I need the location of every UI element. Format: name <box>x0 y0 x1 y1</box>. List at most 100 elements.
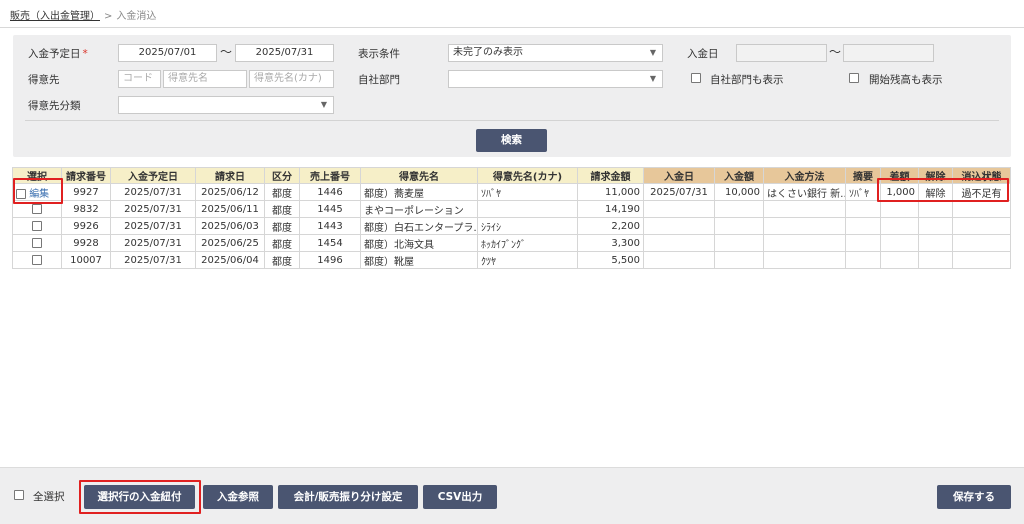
table-header-row: 選択 請求番号 入金予定日 請求日 区分 売上番号 得意先名 得意先名(カナ) … <box>12 167 1011 184</box>
table-row: 9832 2025/07/31 2025/06/11 都度 1445 まやコーポ… <box>12 200 1011 218</box>
status-cell <box>952 217 1011 235</box>
display-condition-select[interactable]: 未完了のみ表示 ▼ <box>448 44 663 62</box>
payment-method-cell <box>763 217 846 235</box>
payment-date-cell: 2025/07/31 <box>643 183 715 201</box>
show-opening-label: 開始残高も表示 <box>869 74 943 86</box>
customer-category-label: 得意先分類 <box>28 100 81 112</box>
memo-cell <box>845 234 881 252</box>
payment-date-from-input[interactable] <box>736 44 827 62</box>
col-header: 請求番号 <box>61 167 111 184</box>
customer-label: 得意先 <box>28 74 60 86</box>
sale-number-link[interactable]: 1443 <box>299 217 361 235</box>
invoice-number-link[interactable]: 9926 <box>61 217 111 235</box>
kubun-cell: 都度 <box>264 251 300 269</box>
customer-kana-cell: ｿﾊﾞﾔ <box>477 183 578 201</box>
invoice-amount-cell: 5,500 <box>577 251 644 269</box>
invoice-amount-cell: 14,190 <box>577 200 644 218</box>
due-date-to-input[interactable]: 2025/07/31 <box>235 44 334 62</box>
customer-name-cell: 都度）白石エンタープラ… <box>360 217 478 235</box>
select-all-checkbox[interactable] <box>14 490 24 500</box>
payment-amount-cell <box>714 217 764 235</box>
payment-date-cell <box>643 200 715 218</box>
due-date-from-input[interactable]: 2025/07/01 <box>118 44 217 62</box>
customer-kana-input[interactable]: 得意先名(カナ) <box>249 70 334 88</box>
kubun-cell: 都度 <box>264 183 300 201</box>
show-dept-checkbox[interactable] <box>691 73 701 83</box>
row-select-checkbox[interactable] <box>32 203 42 214</box>
customer-name-cell: 都度）蕎麦屋 <box>360 183 478 201</box>
cancel-link[interactable] <box>918 217 953 235</box>
invoice-number-link[interactable]: 9832 <box>61 200 111 218</box>
payment-date-to-input[interactable] <box>843 44 934 62</box>
payment-date-range-sep: 〜 <box>829 45 842 59</box>
difference-cell <box>880 217 919 235</box>
col-header: 入金日 <box>643 167 715 184</box>
row-select-checkbox[interactable] <box>32 254 42 265</box>
save-button[interactable]: 保存する <box>937 485 1011 509</box>
footer-bar: 全選択 選択行の入金紐付 入金参照 会計/販売振り分け設定 CSV出力 保存する <box>0 467 1024 524</box>
memo-cell <box>845 217 881 235</box>
customer-category-select[interactable]: ▼ <box>118 96 334 114</box>
breadcrumb-parent-link[interactable]: 販売（入出金管理） <box>10 11 100 22</box>
show-opening-checkbox[interactable] <box>849 73 859 83</box>
dept-select[interactable]: ▼ <box>448 70 663 88</box>
cancel-link[interactable] <box>918 251 953 269</box>
customer-name-input[interactable]: 得意先名 <box>163 70 247 88</box>
show-dept-label: 自社部門も表示 <box>710 74 784 86</box>
sale-number-link[interactable]: 1446 <box>299 183 361 201</box>
col-header: 摘要 <box>845 167 881 184</box>
payment-method-cell <box>763 251 846 269</box>
bill-date-cell: 2025/06/03 <box>195 217 265 235</box>
customer-name-cell: 都度）北海文具 <box>360 234 478 252</box>
sale-number-link[interactable]: 1454 <box>299 234 361 252</box>
status-cell <box>952 200 1011 218</box>
reconciliation-table: 選択 請求番号 入金予定日 請求日 区分 売上番号 得意先名 得意先名(カナ) … <box>12 167 1011 269</box>
col-header: 入金方法 <box>763 167 846 184</box>
split-settings-button[interactable]: 会計/販売振り分け設定 <box>278 485 418 509</box>
bill-date-cell: 2025/06/12 <box>195 183 265 201</box>
search-button[interactable]: 検索 <box>476 129 547 152</box>
col-header: 得意先名(カナ) <box>477 167 578 184</box>
invoice-amount-cell: 11,000 <box>577 183 644 201</box>
breadcrumb: 販売（入出金管理） > 入金消込 <box>10 7 156 23</box>
payment-reference-button[interactable]: 入金参照 <box>203 485 273 509</box>
memo-cell <box>845 200 881 218</box>
payment-date-cell <box>643 217 715 235</box>
kubun-cell: 都度 <box>264 234 300 252</box>
customer-kana-cell <box>477 200 578 218</box>
invoice-number-link[interactable]: 9927 <box>61 183 111 201</box>
bill-date-cell: 2025/06/04 <box>195 251 265 269</box>
payment-amount-cell <box>714 200 764 218</box>
bill-date-cell: 2025/06/11 <box>195 200 265 218</box>
payment-method-cell: はくさい銀行 新… <box>763 183 846 201</box>
col-header: 入金額 <box>714 167 764 184</box>
row-select-checkbox[interactable] <box>32 237 42 248</box>
due-date-cell: 2025/07/31 <box>110 183 196 201</box>
invoice-number-link[interactable]: 9928 <box>61 234 111 252</box>
customer-code-input[interactable]: コード <box>118 70 161 88</box>
invoice-number-link[interactable]: 10007 <box>61 251 111 269</box>
select-cell <box>12 217 62 235</box>
kubun-cell: 都度 <box>264 200 300 218</box>
payment-date-label: 入金日 <box>687 48 719 60</box>
csv-export-button[interactable]: CSV出力 <box>423 485 497 509</box>
kubun-cell: 都度 <box>264 217 300 235</box>
sale-number-link[interactable]: 1445 <box>299 200 361 218</box>
invoice-amount-cell: 2,200 <box>577 217 644 235</box>
payment-method-cell <box>763 234 846 252</box>
table-row: 編集 9927 2025/07/31 2025/06/12 都度 1446 都度… <box>12 183 1011 201</box>
row-select-checkbox[interactable] <box>32 220 42 231</box>
display-condition-value: 未完了のみ表示 <box>453 47 523 58</box>
customer-name-cell: 都度）靴屋 <box>360 251 478 269</box>
due-date-range-sep: 〜 <box>220 45 233 59</box>
select-cell <box>12 234 62 252</box>
difference-cell <box>880 234 919 252</box>
cancel-link[interactable] <box>918 200 953 218</box>
invoice-amount-cell: 3,300 <box>577 234 644 252</box>
payment-amount-cell <box>714 234 764 252</box>
customer-kana-cell: ｸﾂﾔ <box>477 251 578 269</box>
sale-number-link[interactable]: 1496 <box>299 251 361 269</box>
due-date-cell: 2025/07/31 <box>110 200 196 218</box>
bill-date-cell: 2025/06/25 <box>195 234 265 252</box>
cancel-link[interactable] <box>918 234 953 252</box>
